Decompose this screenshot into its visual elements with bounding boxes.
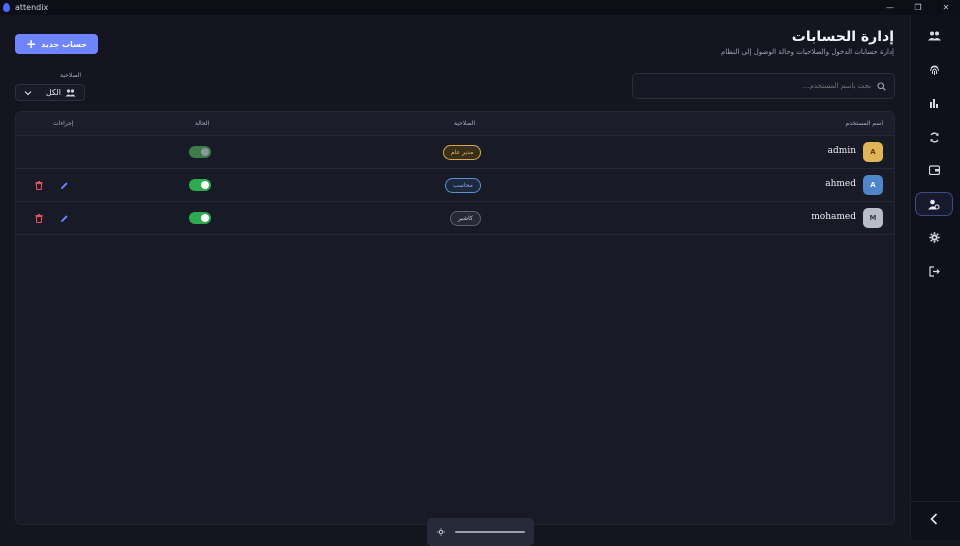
minimize-button[interactable]: — [876, 0, 904, 15]
avatar: A [863, 142, 883, 162]
sidebar-item-reports[interactable] [915, 91, 953, 115]
username: admin [827, 146, 856, 156]
fingerprint-icon [929, 65, 939, 75]
edit-icon[interactable] [59, 180, 69, 190]
role-filter-select[interactable]: الكل [15, 84, 85, 101]
username: ahmed [825, 179, 856, 189]
table-header: اسم المستخدم الصلاحية الحالة إجراءات [16, 112, 894, 136]
sidebar-collapse-button[interactable] [915, 507, 953, 531]
role-filter-value: الكل [45, 88, 61, 97]
app-title: attendix [15, 3, 49, 12]
role-badge: محاسب [445, 178, 481, 193]
close-button[interactable]: ✕ [932, 0, 960, 15]
sidebar-item-logout[interactable] [915, 259, 953, 283]
sidebar-item-accounts[interactable] [915, 192, 953, 216]
table-row: A ahmed محاسب [16, 169, 894, 202]
user-settings-icon [928, 199, 940, 210]
wallet-icon [928, 165, 940, 175]
status-toggle[interactable] [189, 179, 211, 191]
app-logo-icon [3, 3, 10, 12]
status-toggle[interactable] [189, 146, 211, 158]
brightness-bar [427, 518, 534, 546]
role-badge: كاشير [450, 211, 481, 226]
delete-icon[interactable] [34, 180, 44, 190]
search-icon [877, 81, 886, 91]
avatar: M [863, 208, 883, 228]
table-row: A admin مدير عام [16, 136, 894, 169]
add-account-label: حساب جديد [41, 39, 87, 49]
role-filter-label: الصلاحية [60, 72, 82, 79]
sidebar-divider [911, 501, 960, 502]
sidebar-item-attendance[interactable] [915, 58, 953, 82]
brightness-icon[interactable] [437, 528, 445, 536]
username: mohamed [811, 212, 856, 222]
search-box[interactable] [632, 73, 895, 99]
sidebar-item-settings[interactable] [915, 225, 953, 249]
page-title: إدارة الحسابات [791, 29, 894, 45]
status-toggle[interactable] [189, 212, 211, 224]
page-subtitle: إدارة حسابات الدخول والصلاحيات وحالة الو… [720, 48, 894, 56]
gear-icon [928, 231, 940, 243]
table-row: M mohamed كاشير [16, 202, 894, 235]
header-username: اسم المستخدم [845, 120, 883, 127]
restore-button[interactable]: ❐ [904, 0, 932, 15]
sidebar-item-users[interactable] [915, 24, 953, 48]
window-controls: — ❐ ✕ [876, 0, 960, 15]
main-content: إدارة الحسابات إدارة حسابات الدخول والصل… [0, 15, 910, 546]
header-status: الحالة [195, 120, 210, 127]
avatar: A [863, 175, 883, 195]
sidebar [910, 15, 960, 540]
sync-icon [929, 132, 939, 142]
add-account-button[interactable]: + حساب جديد [15, 34, 98, 54]
edit-icon[interactable] [59, 213, 69, 223]
sidebar-item-sync[interactable] [915, 125, 953, 149]
bar-chart-icon [930, 99, 938, 108]
delete-icon[interactable] [34, 213, 44, 223]
logout-icon [928, 265, 940, 277]
header-role: الصلاحية [454, 120, 476, 127]
header-actions: إجراءات [53, 120, 74, 127]
plus-icon: + [26, 37, 37, 51]
group-icon [65, 88, 76, 96]
chevron-left-icon [930, 513, 938, 525]
users-icon [927, 31, 941, 41]
brightness-slider[interactable] [455, 531, 525, 533]
accounts-table: اسم المستخدم الصلاحية الحالة إجراءات A a… [15, 111, 895, 525]
title-bar: attendix — ❐ ✕ [0, 0, 960, 15]
role-badge: مدير عام [443, 145, 482, 160]
chevron-down-icon [24, 90, 32, 95]
search-input[interactable] [641, 82, 871, 90]
sidebar-item-wallet[interactable] [915, 158, 953, 182]
